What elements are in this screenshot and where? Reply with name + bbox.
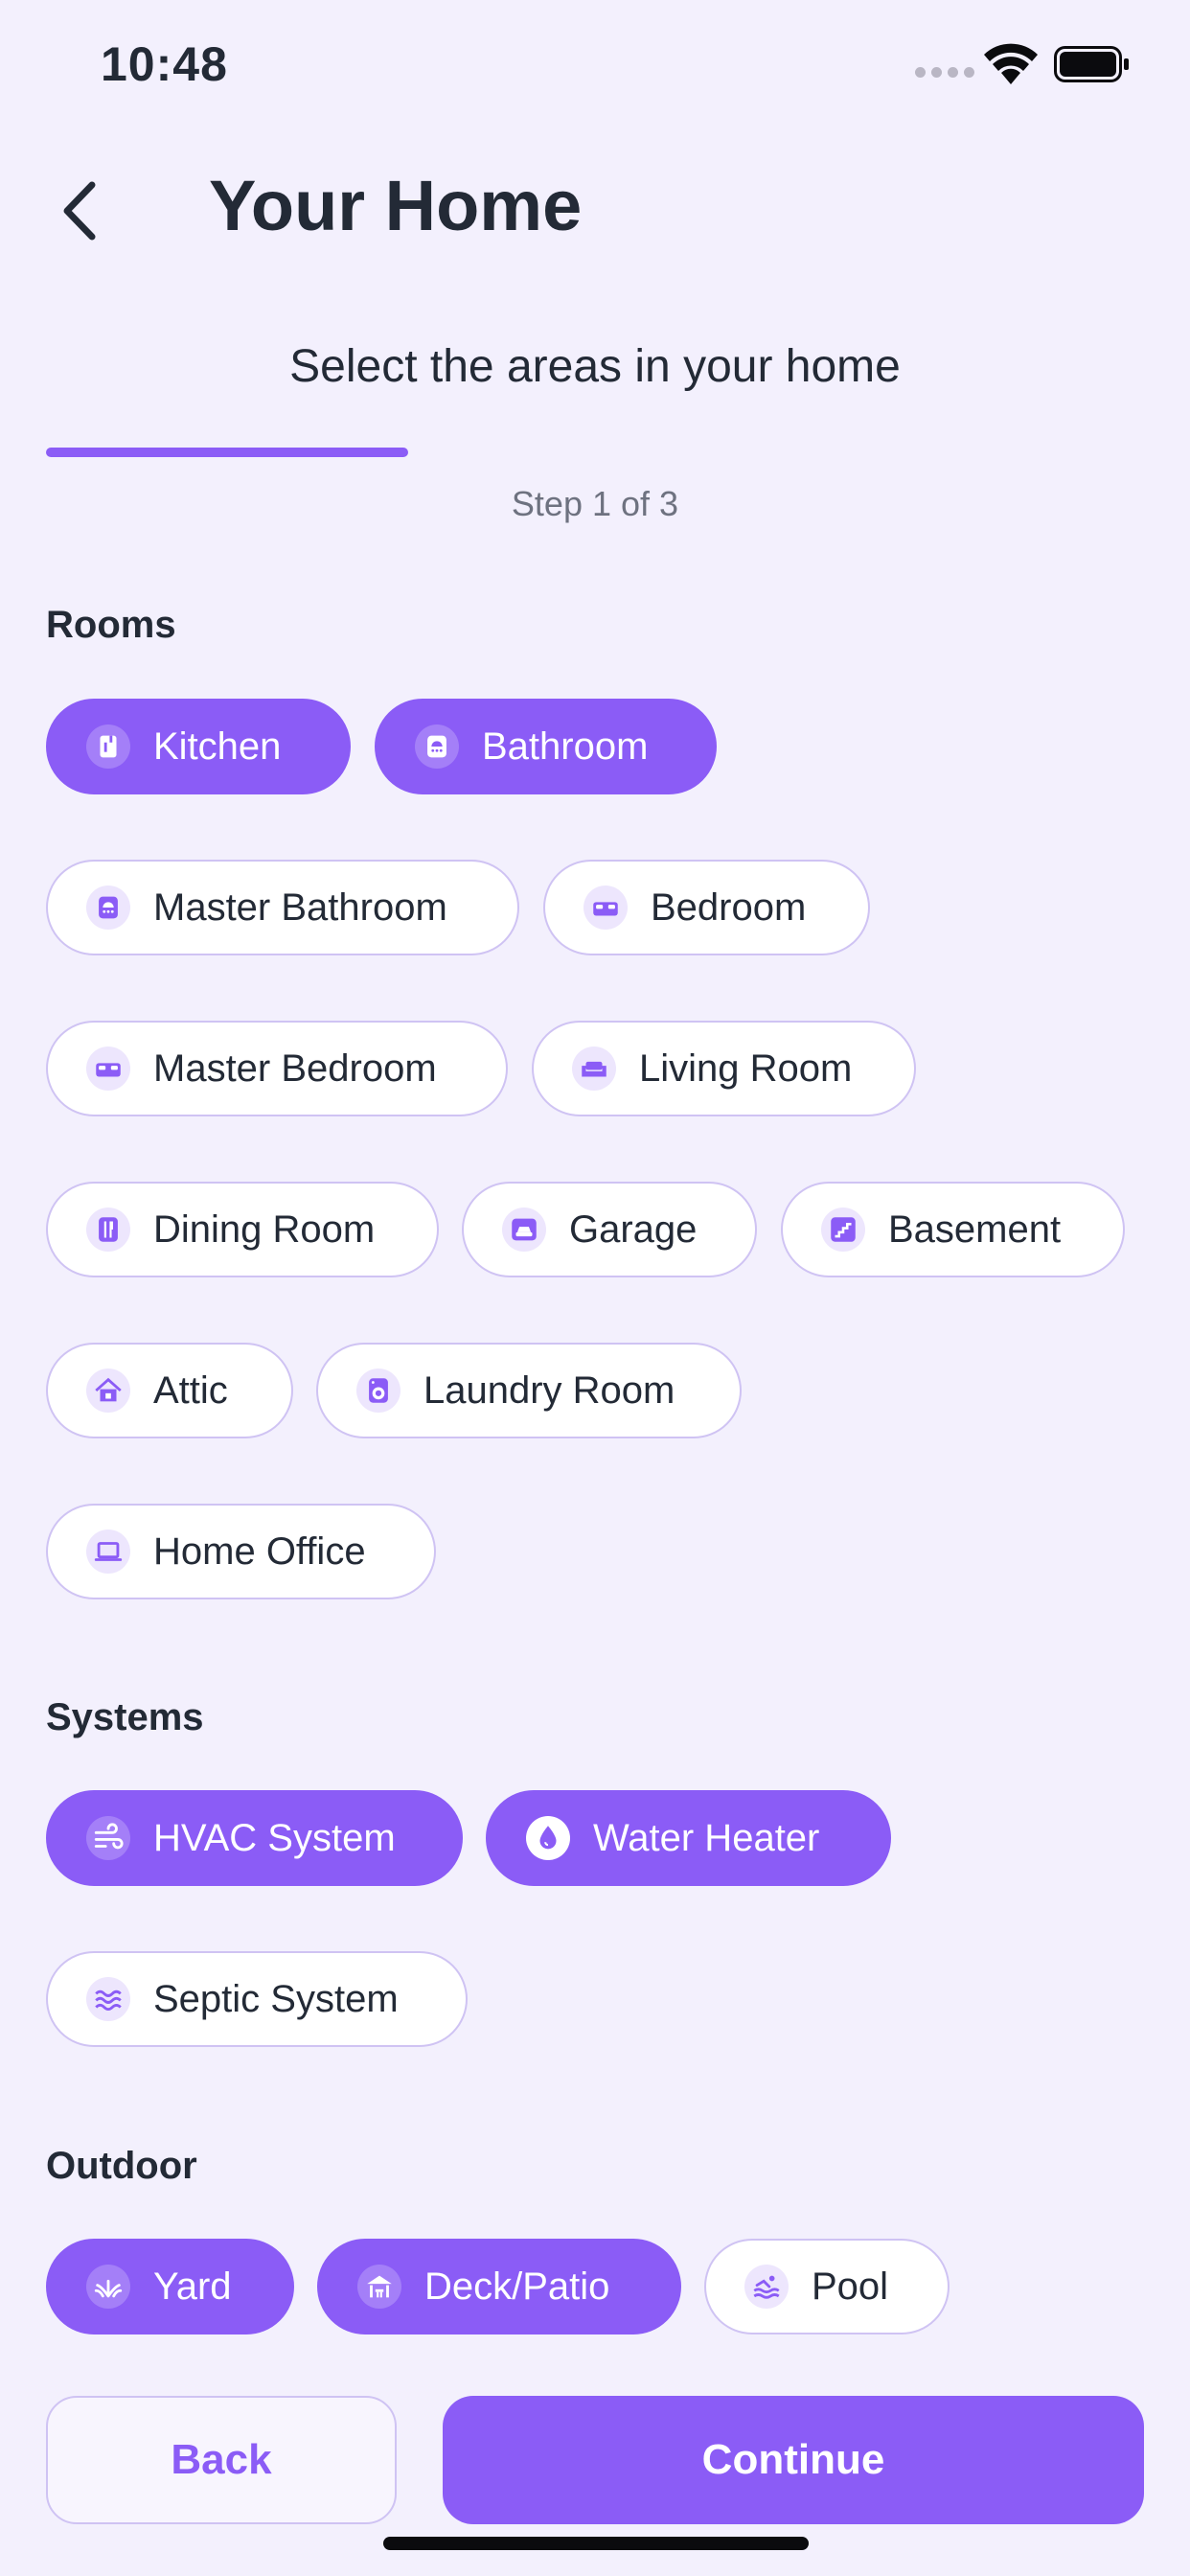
step-indicator: Step 1 of 3 <box>511 484 679 523</box>
home-indicator <box>383 2537 809 2550</box>
utensils-icon <box>86 1208 130 1252</box>
chip-home-office[interactable]: Home Office <box>46 1504 436 1599</box>
bed-icon <box>584 886 628 930</box>
chip-bathroom[interactable]: Bathroom <box>375 699 717 794</box>
chip-dining-room[interactable]: Dining Room <box>46 1182 439 1277</box>
chip-label: Bathroom <box>482 724 649 768</box>
section-title-systems: Systems <box>46 1696 204 1738</box>
stairs-icon <box>821 1208 865 1252</box>
chip-label: Yard <box>153 2265 232 2308</box>
chip-label: Master Bedroom <box>153 1046 437 1090</box>
progress-bar <box>46 448 408 457</box>
washing-machine-icon <box>356 1368 400 1413</box>
chip-label: Living Room <box>639 1046 853 1090</box>
waves-icon <box>86 1977 130 2021</box>
wind-icon <box>86 1816 130 1860</box>
chip-hvac-system[interactable]: HVAC System <box>46 1790 463 1886</box>
section-title-rooms: Rooms <box>46 604 176 646</box>
wifi-icon <box>984 43 1038 84</box>
chip-attic[interactable]: Attic <box>46 1343 293 1438</box>
water-drop-icon <box>526 1816 570 1860</box>
chip-garage[interactable]: Garage <box>462 1182 757 1277</box>
deck-icon <box>357 2265 401 2309</box>
chip-label: Laundry Room <box>423 1368 675 1412</box>
chip-label: Septic System <box>153 1977 399 2020</box>
chip-master-bedroom[interactable]: Master Bedroom <box>46 1021 508 1116</box>
chip-yard[interactable]: Yard <box>46 2239 294 2334</box>
continue-button[interactable]: Continue <box>443 2396 1144 2524</box>
chip-kitchen[interactable]: Kitchen <box>46 699 351 794</box>
status-time: 10:48 <box>101 37 228 91</box>
chip-label: Deck/Patio <box>424 2265 610 2308</box>
grass-icon <box>86 2265 130 2309</box>
chip-label: Bedroom <box>651 886 807 929</box>
chip-label: Home Office <box>153 1530 366 1573</box>
chip-living-room[interactable]: Living Room <box>532 1021 916 1116</box>
shower-icon <box>86 886 130 930</box>
battery-icon <box>1054 46 1129 82</box>
laptop-icon <box>86 1530 130 1574</box>
chip-label: HVAC System <box>153 1816 396 1859</box>
page-title: Your Home <box>209 166 583 245</box>
chip-deck-patio[interactable]: Deck/Patio <box>317 2239 681 2334</box>
chip-label: Garage <box>569 1208 698 1251</box>
sofa-icon <box>572 1046 616 1091</box>
chip-label: Kitchen <box>153 724 282 768</box>
bed-icon <box>86 1046 130 1091</box>
chip-master-bathroom[interactable]: Master Bathroom <box>46 860 519 955</box>
back-arrow-icon[interactable] <box>57 177 103 244</box>
chip-pool[interactable]: Pool <box>704 2239 950 2334</box>
chip-label: Attic <box>153 1368 228 1412</box>
chip-septic-system[interactable]: Septic System <box>46 1951 468 2047</box>
section-title-outdoor: Outdoor <box>46 2145 197 2187</box>
chip-label: Master Bathroom <box>153 886 447 929</box>
chip-laundry-room[interactable]: Laundry Room <box>316 1343 742 1438</box>
chip-label: Dining Room <box>153 1208 376 1251</box>
chip-label: Pool <box>812 2265 889 2308</box>
chip-basement[interactable]: Basement <box>781 1182 1125 1277</box>
car-icon <box>502 1208 546 1252</box>
page-subtitle: Select the areas in your home <box>289 341 901 392</box>
status-bar: 10:48 <box>0 0 1190 125</box>
pool-icon <box>744 2265 789 2309</box>
house-icon <box>86 1368 130 1413</box>
chip-label: Basement <box>888 1208 1062 1251</box>
back-button[interactable]: Back <box>46 2396 397 2524</box>
chip-bedroom[interactable]: Bedroom <box>543 860 870 955</box>
kitchen-icon <box>86 724 130 769</box>
shower-icon <box>415 724 459 769</box>
chip-label: Water Heater <box>593 1816 820 1859</box>
chip-water-heater[interactable]: Water Heater <box>486 1790 891 1886</box>
header: Your Home <box>0 153 1190 259</box>
cellular-signal-icon <box>915 67 974 78</box>
